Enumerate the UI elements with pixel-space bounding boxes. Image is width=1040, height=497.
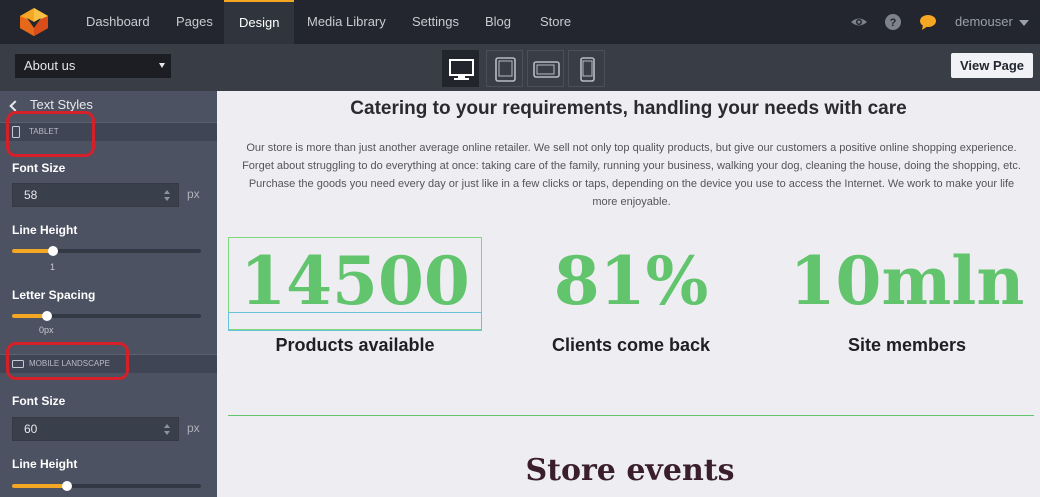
mobile-landscape-font-size-input[interactable]: 60: [12, 417, 179, 441]
slider-handle[interactable]: [42, 311, 52, 321]
device-tablet-button[interactable]: [486, 50, 523, 87]
tablet-icon: [495, 57, 516, 82]
tablet-letter-spacing-slider[interactable]: [12, 311, 201, 321]
tablet-letter-spacing-label: Letter Spacing: [12, 288, 96, 302]
decrement-icon[interactable]: [164, 431, 170, 435]
tablet-font-size-value: 58: [24, 188, 38, 202]
user-menu-caret-icon[interactable]: [1019, 20, 1029, 26]
nav-settings[interactable]: Settings: [398, 0, 473, 44]
annotation-highlight-tablet: [6, 111, 95, 157]
mobile-landscape-font-size-value: 60: [24, 422, 38, 436]
nav-store[interactable]: Store: [526, 0, 585, 44]
back-arrow-icon[interactable]: [9, 100, 21, 112]
top-navigation-bar: Dashboard Pages Design Media Library Set…: [0, 0, 1040, 44]
tablet-line-height-slider[interactable]: [12, 246, 201, 256]
tablet-font-size-input[interactable]: 58: [12, 183, 179, 207]
nav-blog[interactable]: Blog: [471, 0, 525, 44]
slider-handle[interactable]: [48, 246, 58, 256]
tablet-font-size-unit: px: [187, 187, 200, 201]
nav-media-library[interactable]: Media Library: [293, 0, 400, 44]
nav-dashboard[interactable]: Dashboard: [72, 0, 164, 44]
mobile-landscape-line-height-slider[interactable]: [12, 481, 201, 491]
stat-members-value[interactable]: 10mln: [777, 241, 1037, 321]
chat-icon[interactable]: [919, 13, 937, 31]
device-tablet-landscape-button[interactable]: [527, 50, 564, 87]
stat-clients-label: Clients come back: [551, 335, 711, 355]
help-icon[interactable]: ?: [884, 13, 902, 31]
editor-toolbar: About us View Page: [0, 44, 1040, 91]
increment-icon[interactable]: [164, 424, 170, 428]
mobile-landscape-font-size-label: Font Size: [12, 394, 66, 408]
mobile-landscape-font-size-unit: px: [187, 421, 200, 435]
text-styles-panel: Text Styles TABLET Font Size 58 px Line …: [0, 91, 217, 497]
logo-icon[interactable]: [17, 6, 51, 38]
nav-design[interactable]: Design: [224, 0, 295, 44]
svg-text:?: ?: [890, 17, 897, 29]
intro-paragraph: Our store is more than just another aver…: [242, 142, 1021, 208]
tablet-landscape-icon: [533, 61, 560, 78]
annotation-highlight-mobile-landscape: [6, 342, 129, 380]
slider-handle[interactable]: [62, 481, 72, 491]
slider-fill: [12, 249, 53, 253]
stat-products-label: Products available: [275, 335, 435, 355]
section-divider: [228, 415, 1034, 416]
user-name[interactable]: demouser: [955, 0, 1013, 44]
device-desktop-button[interactable]: [442, 50, 479, 87]
tablet-font-size-label: Font Size: [12, 161, 66, 175]
page-select[interactable]: About us: [15, 54, 171, 78]
panel-back-label[interactable]: Text Styles: [30, 97, 93, 112]
tablet-letter-spacing-value: 0px: [39, 325, 54, 335]
view-page-button[interactable]: View Page: [951, 53, 1033, 78]
decrement-icon[interactable]: [164, 197, 170, 201]
device-mobile-button[interactable]: [568, 50, 605, 87]
tablet-line-height-value: 1: [50, 262, 56, 272]
page-select-value: About us: [24, 58, 76, 73]
slider-fill: [12, 484, 67, 488]
eye-icon[interactable]: [850, 13, 868, 31]
stat-products-value[interactable]: 14500: [225, 241, 485, 321]
tablet-line-height-label: Line Height: [12, 223, 78, 237]
stat-clients-value[interactable]: 81%: [501, 241, 761, 321]
page-preview: Catering to your requirements, handling …: [217, 91, 1040, 497]
stat-members-label: Site members: [847, 335, 967, 355]
mobile-icon: [580, 57, 595, 82]
mobile-landscape-line-height-label: Line Height: [12, 457, 78, 471]
chevron-down-icon: [159, 63, 165, 68]
store-events-title: Store events: [525, 453, 735, 488]
page-heading: Catering to your requirements, handling …: [350, 98, 907, 119]
desktop-icon: [449, 59, 474, 80]
nav-pages[interactable]: Pages: [162, 0, 227, 44]
increment-icon[interactable]: [164, 190, 170, 194]
